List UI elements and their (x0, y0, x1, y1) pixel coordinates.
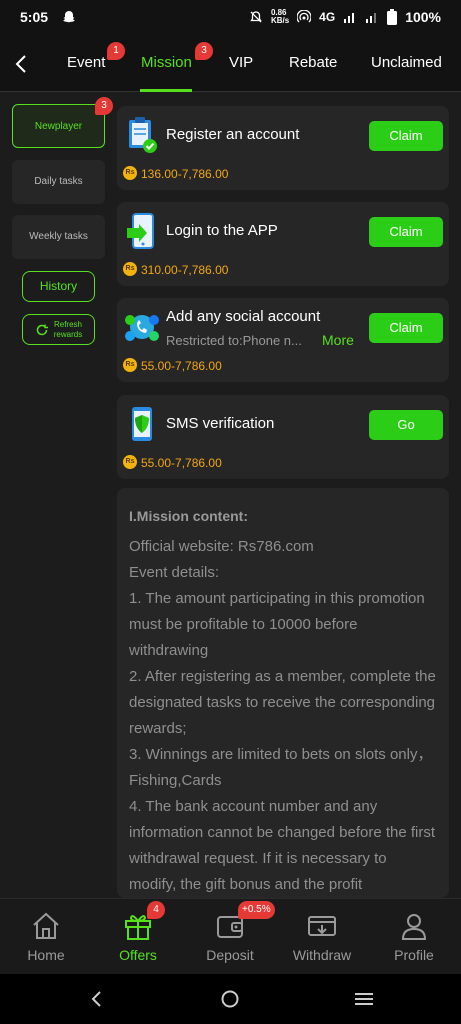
more-link[interactable]: More (322, 332, 354, 348)
refresh-label-2: rewards (53, 329, 83, 339)
task-reward: 55.00-7,786.00 (141, 359, 222, 373)
nav-label: Profile (394, 947, 434, 963)
mission-line: 2. After registering as a member, comple… (129, 668, 436, 737)
mission-line: 3. Winnings are limited to bets on slots… (129, 746, 433, 789)
task-title: Add any social account (166, 308, 321, 325)
profile-icon (401, 914, 427, 940)
task-title: Register an account (166, 126, 300, 143)
claim-button[interactable]: Claim (369, 121, 443, 151)
rupee-coin-icon: Rs (123, 358, 137, 372)
status-time: 5:05 (20, 9, 49, 25)
task-card-register: Register an account Claim Rs 136.00-7,78… (117, 106, 449, 190)
social-icon (125, 315, 159, 341)
sidebar: Newplayer 3 Daily tasks Weekly tasks His… (0, 92, 113, 892)
task-title: Login to the APP (166, 222, 278, 239)
task-card-social: Add any social account Restricted to:Pho… (117, 298, 449, 382)
phone-login-icon (127, 213, 154, 249)
task-card-sms: SMS verification Go Rs 55.00-7,786.00 (117, 395, 449, 479)
signal-icon (344, 13, 355, 23)
tab-vip[interactable]: VIP (229, 54, 253, 71)
back-arrow-icon[interactable] (12, 52, 32, 76)
offers-badge: 4 (147, 901, 165, 919)
task-card-login: Login to the APP Claim Rs 310.00-7,786.0… (117, 202, 449, 286)
system-nav-bar (0, 974, 461, 1024)
net-unit: KB/s (270, 16, 290, 25)
sidebar-item-weekly-tasks[interactable]: Weekly tasks (12, 215, 105, 259)
nav-label: Withdraw (292, 947, 352, 963)
system-back-icon[interactable] (88, 990, 106, 1008)
tab-event[interactable]: Event (67, 54, 105, 71)
nav-withdraw[interactable]: Withdraw (276, 907, 368, 963)
mission-line: Official website: Rs786.com (129, 538, 314, 555)
tab-event-badge: 1 (107, 42, 125, 60)
home-icon (33, 912, 59, 939)
nav-label: Home (27, 947, 65, 963)
signal-2-icon (366, 13, 377, 23)
mission-content-panel: I.Mission content: Official website: Rs7… (117, 488, 449, 898)
tab-mission-badge: 3 (195, 42, 213, 60)
tab-active-indicator (140, 89, 192, 92)
nav-home[interactable]: Home (0, 907, 92, 963)
mission-content-heading: I.Mission content: (129, 508, 248, 524)
deposit-bonus-badge: +0.5% (238, 901, 275, 919)
battery-percent: 100% (405, 9, 441, 25)
header-tabs: Event 1 Mission 3 VIP Rebate Unclaimed (0, 34, 461, 92)
withdraw-icon (308, 916, 336, 936)
clipboard-check-icon (129, 117, 157, 153)
claim-button[interactable]: Claim (369, 217, 443, 247)
mission-line: 4. The bank account number and any infor… (129, 798, 436, 893)
snapchat-icon (63, 11, 76, 23)
history-button[interactable]: History (22, 271, 95, 302)
rupee-coin-icon: Rs (123, 455, 137, 469)
network-type: 4G (319, 10, 336, 24)
system-home-icon[interactable] (221, 990, 239, 1008)
bottom-nav: Home Offers 4 Deposit +0.5% Withdraw Pro… (0, 898, 461, 974)
rupee-coin-icon: Rs (123, 166, 137, 180)
nav-offers[interactable]: Offers (92, 907, 184, 963)
status-bar: 5:05 0.86 KB/s 4G 100% (0, 0, 461, 34)
tab-unclaimed[interactable]: Unclaimed (371, 54, 442, 71)
hotspot-icon (297, 10, 312, 23)
mute-icon (250, 11, 262, 23)
refresh-rewards-button[interactable]: Refresh rewards (22, 314, 95, 345)
task-reward: 136.00-7,786.00 (141, 167, 229, 181)
sms-shield-icon (132, 407, 152, 441)
mission-line: Event details: (129, 564, 220, 581)
rupee-coin-icon: Rs (123, 262, 137, 276)
mission-line: 1. The amount participating in this prom… (129, 590, 425, 659)
sidebar-item-daily-tasks[interactable]: Daily tasks (12, 160, 105, 204)
sidebar-item-newplayer[interactable]: Newplayer (12, 104, 105, 148)
system-recents-icon[interactable] (354, 990, 374, 1008)
refresh-label-1: Refresh (53, 319, 82, 329)
task-restriction: Restricted to:Phone n... (166, 333, 302, 348)
go-button[interactable]: Go (369, 410, 443, 440)
nav-profile[interactable]: Profile (368, 907, 460, 963)
nav-label: Deposit (206, 947, 254, 963)
tab-mission[interactable]: Mission (141, 54, 192, 71)
battery-icon (387, 9, 398, 25)
tab-rebate[interactable]: Rebate (289, 54, 337, 71)
sidebar-newplayer-badge: 3 (95, 97, 113, 115)
task-reward: 310.00-7,786.00 (141, 263, 229, 277)
task-reward: 55.00-7,786.00 (141, 456, 222, 470)
task-title: SMS verification (166, 415, 275, 432)
refresh-icon (36, 324, 48, 335)
claim-button[interactable]: Claim (369, 313, 443, 343)
nav-label: Offers (119, 947, 157, 963)
